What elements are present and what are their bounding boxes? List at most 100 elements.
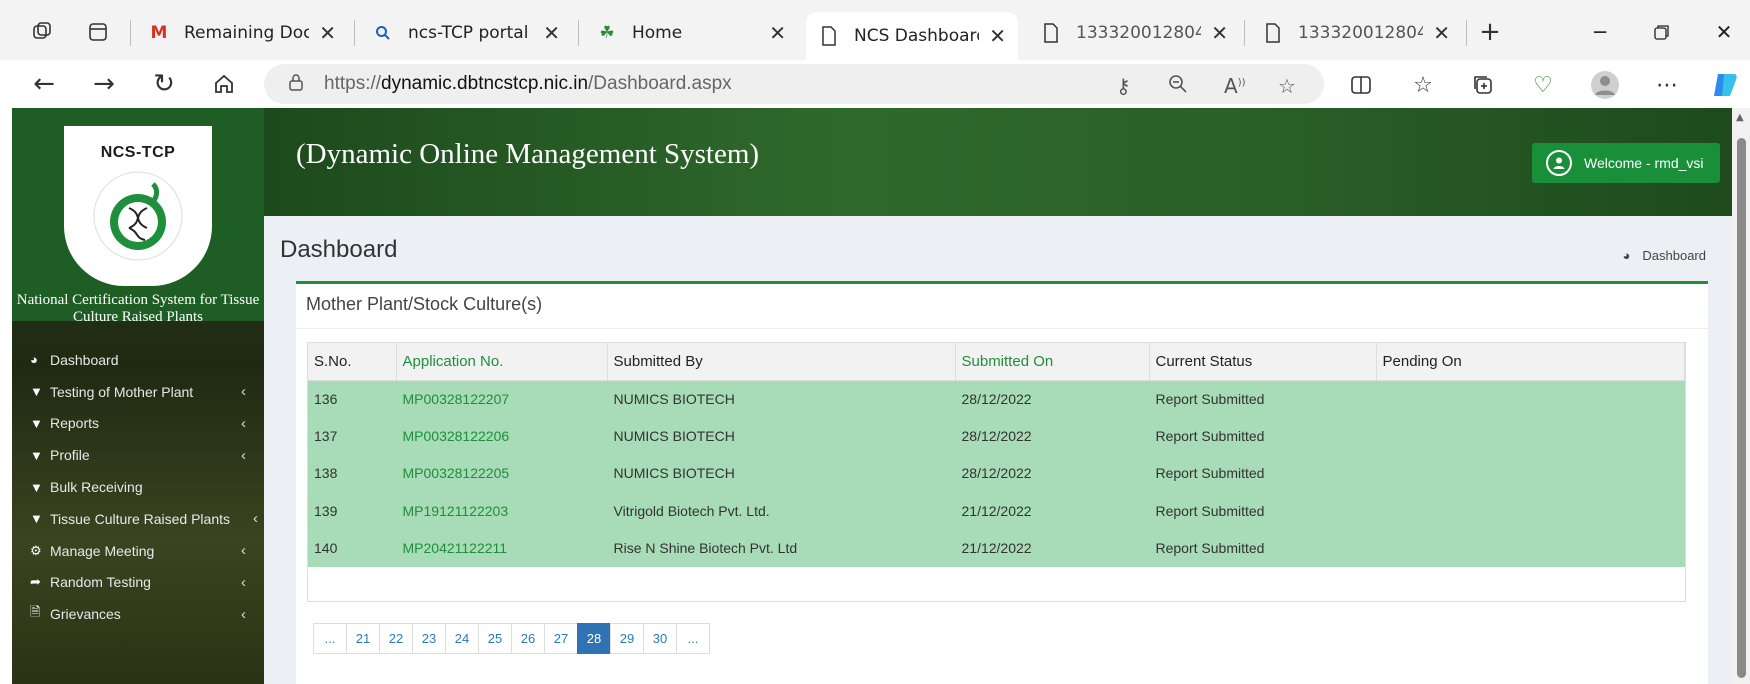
close-tab-icon[interactable]: ✕ <box>1211 21 1228 45</box>
tab-document-2[interactable]: 13332001280456 ✕ <box>1250 12 1462 54</box>
cell-current-status: Report Submitted <box>1149 454 1377 493</box>
page-next-ellipsis[interactable]: ... <box>676 623 710 654</box>
sidebar-item-reports[interactable]: ▼ Reports ‹ <box>12 408 264 440</box>
restore-icon[interactable] <box>1634 12 1690 52</box>
page-28-current[interactable]: 28 <box>577 623 611 654</box>
sidebar-item-random-testing[interactable]: ➦ Random Testing ‹ <box>12 567 264 599</box>
close-window-icon[interactable]: ✕ <box>1696 12 1750 52</box>
close-tab-icon[interactable]: ✕ <box>543 21 560 45</box>
lock-icon[interactable] <box>288 73 314 96</box>
page-icon <box>1262 22 1284 44</box>
chevron-left-icon: ‹ <box>253 510 258 528</box>
table-row: 137 MP00328122206 NUMICS BIOTECH 28/12/2… <box>308 417 1685 455</box>
more-icon[interactable]: ⋯ <box>1650 68 1684 102</box>
close-tab-icon[interactable]: ✕ <box>1433 21 1450 45</box>
browser-tab-strip: M Remaining Docum ✕ ncs-TCP portal - Se … <box>0 0 1750 60</box>
refresh-icon[interactable]: ↻ <box>144 64 184 104</box>
address-bar[interactable]: https://dynamic.dbtncstcp.nic.in/Dashboa… <box>264 64 1324 104</box>
filter-icon: ▼ <box>30 384 43 400</box>
browser-toolbar: ← → ↻ https://dynamic.dbtncstcp.nic.in/D… <box>0 60 1750 108</box>
pagination: ... 21 22 23 24 25 26 27 28 29 30 ... <box>313 623 710 654</box>
tab-ncs-dashboard[interactable]: NCS Dashboard ✕ <box>806 12 1018 60</box>
page-21[interactable]: 21 <box>346 623 380 654</box>
scroll-up-icon[interactable]: ▲ <box>1736 112 1744 123</box>
cell-pending-on <box>1376 492 1685 530</box>
favorite-icon[interactable]: ☆ <box>1278 74 1296 98</box>
breadcrumb[interactable]: ◕ Dashboard <box>1623 248 1706 263</box>
page-23[interactable]: 23 <box>412 623 446 654</box>
close-tab-icon[interactable]: ✕ <box>989 24 1006 48</box>
application-link[interactable]: MP00328122206 <box>396 417 608 455</box>
browser-essentials-icon[interactable]: ♡ <box>1526 68 1560 102</box>
sidebar-item-label: Tissue Culture Raised Plants <box>50 510 231 527</box>
collections-icon[interactable] <box>1466 68 1500 102</box>
breadcrumb-item: Dashboard <box>1642 248 1706 263</box>
gear-icon: ⚙ <box>30 542 42 558</box>
leaf-icon: ☘ <box>599 23 615 43</box>
column-header-submitted-on[interactable]: Submitted On <box>955 343 1150 381</box>
cell-submitted-by: NUMICS BIOTECH <box>607 417 956 455</box>
page-prev-ellipsis[interactable]: ... <box>313 623 347 654</box>
cell-sno: 136 <box>308 380 397 418</box>
sidebar-item-testing-of-mother-plant[interactable]: ▼ Testing of Mother Plant ‹ <box>12 376 264 408</box>
profile-avatar[interactable] <box>1588 68 1622 102</box>
tab-gmail[interactable]: M Remaining Docum ✕ <box>136 12 348 54</box>
page-24[interactable]: 24 <box>445 623 479 654</box>
sidebar-item-tissue-culture-raised-plants[interactable]: ▼ Tissue Culture Raised Plants ‹ <box>12 503 264 535</box>
applications-table: S.No. Application No. Submitted By Submi… <box>308 343 1685 567</box>
home-icon[interactable] <box>204 64 244 104</box>
column-header-pending-on: Pending On <box>1376 343 1685 381</box>
tab-document-1[interactable]: 13332001280456 ✕ <box>1028 12 1240 54</box>
cell-submitted-by: NUMICS BIOTECH <box>607 454 956 493</box>
forward-icon[interactable]: → <box>84 64 124 104</box>
page-25[interactable]: 25 <box>478 623 512 654</box>
minimize-icon[interactable]: ─ <box>1572 12 1628 52</box>
scrollbar-thumb[interactable] <box>1737 138 1746 678</box>
ncs-tcp-logo: NCS-TCP <box>64 126 212 286</box>
sidebar-item-label: Manage Meeting <box>50 542 155 559</box>
sidebar-item-label: Dashboard <box>50 351 119 368</box>
sidebar-item-label: Testing of Mother Plant <box>50 383 194 400</box>
sidebar-item-dashboard[interactable]: ◕ Dashboard <box>12 344 264 376</box>
close-tab-icon[interactable]: ✕ <box>769 21 786 45</box>
sidebar-item-grievances[interactable]: 🗎 Grievances ‹ <box>12 598 264 630</box>
tab-actions-icon[interactable] <box>80 14 116 50</box>
tab-search[interactable]: ncs-TCP portal - Se ✕ <box>360 12 572 54</box>
page-26[interactable]: 26 <box>511 623 545 654</box>
key-icon[interactable]: ⚷ <box>1116 74 1131 98</box>
tab-home[interactable]: ☘ Home ✕ <box>584 12 798 54</box>
sidebar-item-bulk-receiving[interactable]: ▼ Bulk Receiving <box>12 471 264 503</box>
cell-pending-on <box>1376 417 1685 455</box>
close-tab-icon[interactable]: ✕ <box>319 21 336 45</box>
favorites-icon[interactable]: ☆ <box>1406 68 1440 102</box>
zoom-out-icon[interactable] <box>1168 74 1188 99</box>
application-link[interactable]: MP20421122211 <box>396 529 608 567</box>
cell-pending-on <box>1376 454 1685 493</box>
page-29[interactable]: 29 <box>610 623 644 654</box>
workspaces-icon[interactable] <box>24 14 60 50</box>
split-screen-icon[interactable] <box>1344 68 1378 102</box>
back-icon[interactable]: ← <box>24 64 64 104</box>
chevron-left-icon: ‹ <box>241 605 246 623</box>
read-aloud-icon[interactable]: A)) <box>1224 74 1246 98</box>
page-27[interactable]: 27 <box>544 623 578 654</box>
page-30[interactable]: 30 <box>643 623 677 654</box>
sidebar-item-label: Grievances <box>50 606 121 623</box>
application-link[interactable]: MP00328122205 <box>396 454 608 493</box>
document-icon: 🗎 <box>30 604 41 620</box>
copilot-icon[interactable] <box>1708 68 1742 102</box>
share-icon: ➦ <box>30 574 41 590</box>
sidebar-item-manage-meeting[interactable]: ⚙ Manage Meeting ‹ <box>12 535 264 567</box>
welcome-user-button[interactable]: Welcome - rmd_vsi <box>1532 143 1720 183</box>
application-link[interactable]: MP00328122207 <box>396 380 608 418</box>
filter-icon: ▼ <box>30 447 43 463</box>
sidebar-item-profile[interactable]: ▼ Profile ‹ <box>12 439 264 471</box>
new-tab-icon[interactable]: + <box>1472 14 1508 50</box>
sidebar-item-label: Bulk Receiving <box>50 479 143 496</box>
application-link[interactable]: MP19121122203 <box>396 492 608 530</box>
page-scrollbar[interactable]: ▲ <box>1732 108 1750 684</box>
sidebar: NCS-TCP National Certification System fo… <box>12 108 264 684</box>
page-22[interactable]: 22 <box>379 623 413 654</box>
column-header-application-no[interactable]: Application No. <box>396 343 608 381</box>
filter-icon: ▼ <box>30 511 43 527</box>
